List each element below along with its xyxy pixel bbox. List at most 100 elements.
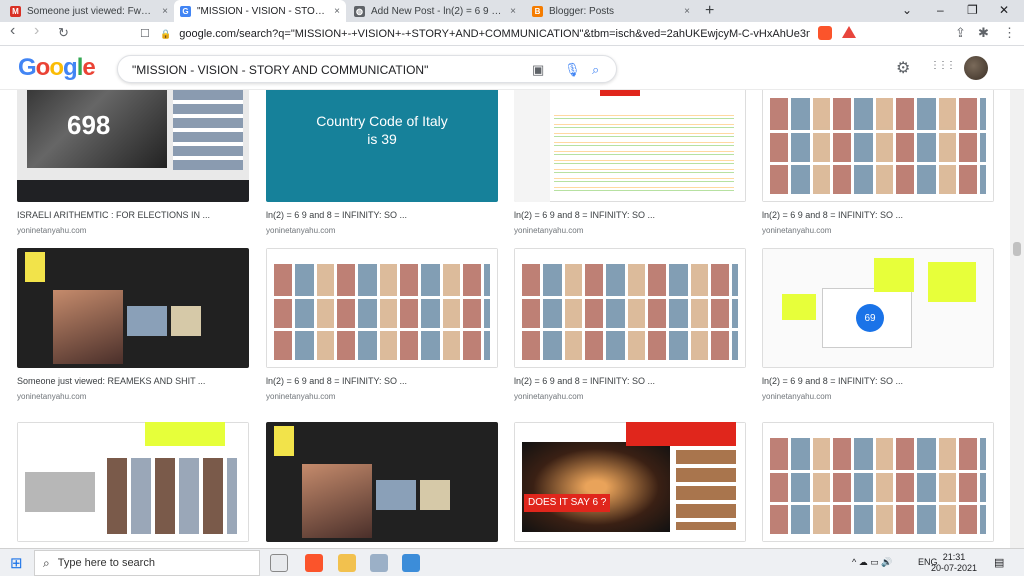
search-icon: ⌕	[43, 555, 50, 570]
result-thumbnail[interactable]: 698	[17, 90, 249, 202]
thumb-overlay-text: DOES IT SAY 6 ?	[524, 494, 611, 512]
result-source[interactable]: yoninetanyahu.com	[17, 226, 249, 235]
paint-icon[interactable]	[370, 554, 388, 572]
result-title[interactable]: ISRAELI ARITHEMTIC : FOR ELECTIONS IN ..…	[17, 210, 249, 220]
result-thumbnail[interactable]	[762, 422, 994, 542]
camera-icon[interactable]: ▣	[532, 62, 544, 78]
browser-menu-icon[interactable]: ⋮	[1003, 25, 1016, 41]
avatar[interactable]	[964, 56, 988, 80]
result-source[interactable]: yoninetanyahu.com	[266, 392, 498, 401]
extensions-icon[interactable]: ✱	[978, 25, 989, 41]
result-title[interactable]: ln(2) = 6 9 and 8 = INFINITY: SO ...	[514, 376, 746, 386]
image-result-card[interactable]	[266, 422, 498, 542]
file-explorer-icon[interactable]	[338, 554, 356, 572]
thumb-overlay-text: 698	[67, 110, 111, 140]
tab-2[interactable]: ◍ Add New Post - ln(2) = 6 9 and 8 = IN ×	[348, 0, 522, 22]
image-result-card[interactable]: ln(2) = 6 9 and 8 = INFINITY: SO ... yoni…	[514, 90, 746, 235]
scrollbar-thumb[interactable]	[1013, 242, 1021, 256]
blogger-icon: B	[532, 5, 543, 17]
image-result-card[interactable]: Someone just viewed: REAMEKS AND SHIT ..…	[17, 248, 249, 401]
tab-0[interactable]: M Someone just viewed: Fwd: Someone ×	[4, 0, 174, 22]
profile-dropdown-icon[interactable]: ⌄	[902, 3, 912, 17]
result-thumbnail[interactable]: 69	[762, 248, 994, 368]
task-view-icon[interactable]	[270, 554, 288, 572]
result-title[interactable]: ln(2) = 6 9 and 8 = INFINITY: SO ...	[762, 210, 994, 220]
image-result-card[interactable]	[17, 422, 249, 542]
google-logo[interactable]: Google	[18, 54, 96, 82]
restore-button[interactable]: ❐	[967, 3, 978, 17]
result-thumbnail[interactable]	[266, 248, 498, 368]
back-button[interactable]: ‹	[10, 22, 15, 40]
image-result-card[interactable]: ln(2) = 6 9 and 8 = INFINITY: SO ... yoni…	[762, 90, 994, 235]
logo-letter: g	[63, 54, 78, 81]
result-source[interactable]: yoninetanyahu.com	[514, 392, 746, 401]
search-icon[interactable]: ⌕	[592, 62, 599, 78]
image-results: 698 ISRAELI ARITHEMTIC : FOR ELECTIONS IN…	[0, 90, 1010, 548]
result-source[interactable]: yoninetanyahu.com	[514, 226, 746, 235]
result-title[interactable]: Someone just viewed: REAMEKS AND SHIT ..…	[17, 376, 249, 386]
tab-3[interactable]: B Blogger: Posts ×	[526, 0, 696, 22]
image-result-card[interactable]	[762, 422, 994, 542]
brave-rewards-icon[interactable]	[842, 26, 856, 38]
image-result-card[interactable]: Country Code of Italy is 39 ln(2) = 6 9 a…	[266, 90, 498, 235]
windows-taskbar: ⊞ ⌕ Type here to search ^ ☁ ▭ 🔊 ENG 21:3…	[0, 548, 1024, 576]
apps-icon[interactable]: ⋮⋮⋮	[930, 60, 956, 71]
result-thumbnail[interactable]	[514, 90, 746, 202]
close-window-button[interactable]: ✕	[999, 3, 1009, 17]
result-source[interactable]: yoninetanyahu.com	[17, 392, 249, 401]
result-title[interactable]: ln(2) = 6 9 and 8 = INFINITY: SO ...	[266, 376, 498, 386]
forward-button[interactable]: ›	[34, 22, 39, 40]
logo-letter: G	[18, 54, 37, 81]
result-title[interactable]: ln(2) = 6 9 and 8 = INFINITY: SO ...	[266, 210, 498, 220]
brave-browser-icon[interactable]	[305, 554, 323, 572]
notifications-icon[interactable]: ▤	[994, 556, 1004, 569]
logo-letter: o	[49, 54, 64, 81]
result-title[interactable]: ln(2) = 6 9 and 8 = INFINITY: SO ...	[514, 210, 746, 220]
logo-letter: e	[82, 54, 95, 81]
result-thumbnail[interactable]	[514, 248, 746, 368]
close-tab-icon[interactable]: ×	[334, 6, 340, 17]
close-tab-icon[interactable]: ×	[510, 6, 516, 17]
microphone-icon[interactable]: 🎙	[564, 62, 581, 78]
google-icon: G	[180, 5, 191, 17]
result-title[interactable]: ln(2) = 6 9 and 8 = INFINITY: SO ...	[762, 376, 994, 386]
image-result-card[interactable]: 698 ISRAELI ARITHEMTIC : FOR ELECTIONS IN…	[17, 90, 249, 235]
clock-date: 20-07-2021	[930, 563, 978, 573]
result-thumbnail[interactable]: Country Code of Italy is 39	[266, 90, 498, 202]
share-icon[interactable]: ⇪	[955, 25, 966, 41]
image-result-card[interactable]: ln(2) = 6 9 and 8 = INFINITY: SO ... yoni…	[514, 248, 746, 401]
minimize-button[interactable]: –	[937, 3, 944, 17]
lock-icon: 🔒	[160, 28, 172, 39]
scrollbar[interactable]	[1010, 90, 1024, 548]
close-tab-icon[interactable]: ×	[162, 6, 168, 17]
start-button[interactable]: ⊞	[10, 554, 23, 572]
result-source[interactable]: yoninetanyahu.com	[762, 392, 994, 401]
taskbar-search[interactable]: ⌕ Type here to search	[34, 550, 260, 576]
new-tab-button[interactable]: +	[705, 2, 714, 20]
image-result-card[interactable]: 69 ln(2) = 6 9 and 8 = INFINITY: SO ... yo…	[762, 248, 994, 401]
search-input[interactable]	[132, 61, 522, 79]
result-thumbnail[interactable]: DOES IT SAY 6 ?	[514, 422, 746, 542]
tab-label: Blogger: Posts	[549, 5, 615, 17]
url-text: google.com/search?q="MISSION+-+VISION+-+…	[179, 28, 810, 40]
address-bar[interactable]: 🔒 google.com/search?q="MISSION+-+VISION+…	[160, 24, 810, 44]
system-tray-icons[interactable]: ^ ☁ ▭ 🔊	[852, 557, 892, 568]
result-thumbnail[interactable]	[762, 90, 994, 202]
app-icon[interactable]	[402, 554, 420, 572]
clock[interactable]: 21:31 20-07-2021	[930, 552, 978, 574]
reload-button[interactable]: ↻	[58, 25, 69, 41]
tab-1[interactable]: G "MISSION - VISION - STORY AND ×	[174, 0, 346, 22]
result-thumbnail[interactable]	[17, 248, 249, 368]
brave-shield-icon[interactable]	[818, 26, 832, 40]
result-source[interactable]: yoninetanyahu.com	[266, 226, 498, 235]
tab-label: Someone just viewed: Fwd: Someone	[27, 5, 156, 17]
image-result-card[interactable]: DOES IT SAY 6 ?	[514, 422, 746, 542]
settings-icon[interactable]: ⚙	[896, 58, 910, 78]
image-result-card[interactable]: ln(2) = 6 9 and 8 = INFINITY: SO ... yoni…	[266, 248, 498, 401]
result-thumbnail[interactable]	[266, 422, 498, 542]
tab-label: "MISSION - VISION - STORY AND	[197, 5, 329, 17]
result-source[interactable]: yoninetanyahu.com	[762, 226, 994, 235]
result-thumbnail[interactable]	[17, 422, 249, 542]
bookmark-icon[interactable]: ☐	[140, 27, 150, 40]
close-tab-icon[interactable]: ×	[684, 6, 690, 17]
